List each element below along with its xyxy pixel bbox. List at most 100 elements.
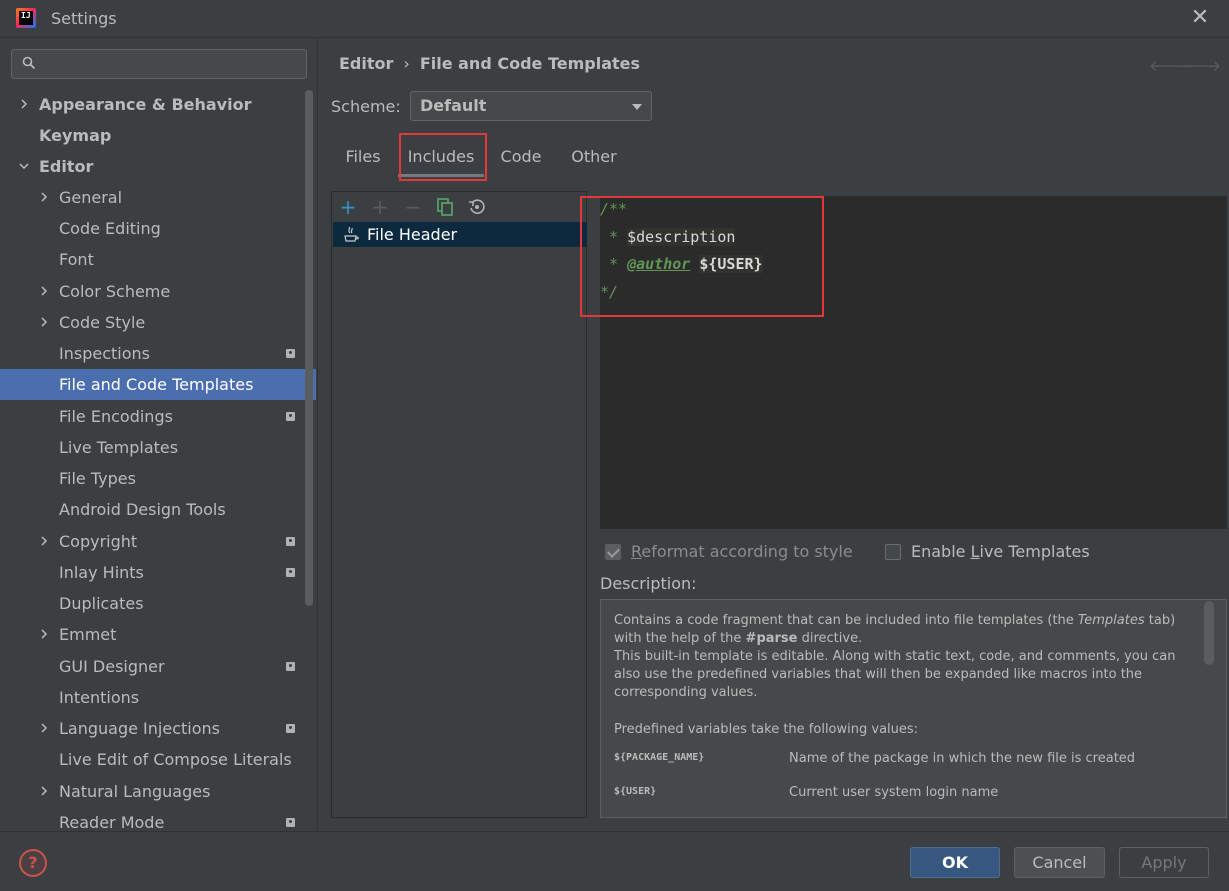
- main-panel: Editor › File and Code Templates 🡐 🡒 Schem…: [318, 38, 1229, 831]
- sidebar-item-general[interactable]: General: [0, 182, 316, 213]
- sidebar-item-appearance-behavior[interactable]: Appearance & Behavior: [0, 89, 316, 120]
- variable-name: ${PACKAGE_NAME}: [614, 752, 705, 763]
- chevron-right-icon[interactable]: [39, 536, 49, 546]
- project-level-icon: [286, 724, 295, 733]
- remove-icon[interactable]: −: [401, 195, 425, 219]
- apply-button[interactable]: Apply: [1119, 847, 1209, 878]
- reset-icon[interactable]: [465, 195, 489, 219]
- chevron-right-icon[interactable]: [39, 317, 49, 327]
- sidebar-item-label: Appearance & Behavior: [39, 95, 252, 114]
- sidebar-item-reader-mode[interactable]: Reader Mode: [0, 807, 316, 831]
- sidebar-item-intentions[interactable]: Intentions: [0, 682, 316, 713]
- includes-highlight-box: [399, 133, 487, 181]
- close-icon[interactable]: ✕: [1188, 6, 1212, 30]
- live-templates-label: Enable Live Templates: [911, 542, 1090, 561]
- sidebar-item-color-scheme[interactable]: Color Scheme: [0, 276, 316, 307]
- help-icon[interactable]: ?: [19, 849, 47, 877]
- code-highlight-box: [580, 196, 824, 317]
- intellij-app-icon: IJ: [16, 8, 36, 28]
- chevron-right-icon[interactable]: [39, 192, 49, 202]
- chevron-right-icon[interactable]: [39, 723, 49, 733]
- sidebar-item-label: Natural Languages: [59, 782, 211, 801]
- sidebar-scrollbar[interactable]: [305, 90, 313, 606]
- sidebar-item-label: Reader Mode: [59, 813, 165, 831]
- scheme-label: Scheme:: [331, 97, 401, 116]
- project-level-icon: [286, 537, 295, 546]
- variable-name: ${USER}: [614, 786, 657, 797]
- search-input[interactable]: [11, 49, 307, 79]
- sidebar-item-live-edit-compose[interactable]: Live Edit of Compose Literals: [0, 744, 316, 775]
- live-templates-checkbox[interactable]: [885, 544, 901, 560]
- scheme-dropdown[interactable]: Default: [410, 91, 652, 121]
- sidebar-item-file-types[interactable]: File Types: [0, 463, 316, 494]
- sidebar-item-gui-designer[interactable]: GUI Designer: [0, 651, 316, 682]
- cancel-button[interactable]: Cancel: [1014, 847, 1105, 878]
- tab-code[interactable]: Code: [498, 136, 544, 178]
- ok-button[interactable]: OK: [910, 847, 1000, 878]
- project-level-icon: [286, 412, 295, 421]
- sidebar-item-label: Code Editing: [59, 219, 161, 238]
- add-icon[interactable]: +: [336, 195, 360, 219]
- sidebar-item-label: Intentions: [59, 688, 140, 707]
- chevron-right-icon[interactable]: [19, 99, 29, 109]
- sidebar-item-language-injections[interactable]: Language Injections: [0, 713, 316, 744]
- breadcrumb-separator: ›: [403, 54, 410, 73]
- description-scrollbar[interactable]: [1204, 601, 1214, 665]
- breadcrumb: Editor › File and Code Templates: [339, 54, 640, 73]
- reformat-checkbox[interactable]: [605, 544, 621, 560]
- sidebar-item-editor[interactable]: Editor: [0, 151, 316, 182]
- sidebar-item-keymap[interactable]: Keymap: [0, 120, 316, 151]
- sidebar-item-copyright[interactable]: Copyright: [0, 526, 316, 557]
- project-level-icon: [286, 662, 295, 671]
- chevron-right-icon[interactable]: [39, 786, 49, 796]
- variable-description: Name of the package in which the new fil…: [789, 751, 1136, 766]
- copy-icon[interactable]: [433, 195, 457, 219]
- tab-files[interactable]: Files: [337, 136, 389, 178]
- sidebar-item-label: Inspections: [59, 344, 150, 363]
- project-level-icon: [286, 349, 295, 358]
- sidebar-item-label: Live Edit of Compose Literals: [59, 750, 292, 769]
- project-level-icon: [286, 818, 295, 827]
- sidebar-item-label: Font: [59, 250, 94, 269]
- scheme-value: Default: [420, 96, 487, 115]
- sidebar-item-label: File Encodings: [59, 407, 173, 426]
- tab-other[interactable]: Other: [567, 136, 621, 178]
- reformat-label: Reformat according to style: [631, 542, 853, 561]
- description-panel: Contains a code fragment that can be inc…: [600, 599, 1227, 818]
- sidebar-item-label: Code Style: [59, 313, 146, 332]
- title-bar: IJ Settings ✕: [0, 0, 1229, 38]
- sidebar-item-file-and-code-templates[interactable]: File and Code Templates: [0, 369, 316, 400]
- chevron-right-icon[interactable]: [39, 629, 49, 639]
- sidebar-item-label: Duplicates: [59, 594, 144, 613]
- sidebar-item-file-encodings[interactable]: File Encodings: [0, 401, 316, 432]
- dialog-button-bar: ? OK Cancel Apply: [0, 831, 1229, 891]
- sidebar-item-inlay-hints[interactable]: Inlay Hints: [0, 557, 316, 588]
- sidebar-item-code-editing[interactable]: Code Editing: [0, 213, 316, 244]
- sidebar-item-label: GUI Designer: [59, 657, 165, 676]
- chevron-down-icon[interactable]: [19, 161, 29, 171]
- list-item-file-header[interactable]: File Header: [333, 222, 587, 247]
- sidebar-item-emmet[interactable]: Emmet: [0, 619, 316, 650]
- add-child-icon[interactable]: +: [368, 195, 392, 219]
- list-item-label: File Header: [367, 225, 458, 244]
- template-toolbar: + + −: [332, 192, 586, 222]
- sidebar-item-live-templates[interactable]: Live Templates: [0, 432, 316, 463]
- sidebar-item-label: Keymap: [39, 126, 112, 145]
- sidebar-item-code-style[interactable]: Code Style: [0, 307, 316, 338]
- window-title: Settings: [51, 9, 117, 28]
- sidebar-item-inspections[interactable]: Inspections: [0, 338, 316, 369]
- breadcrumb-parent[interactable]: Editor: [339, 54, 393, 73]
- sidebar-item-font[interactable]: Font: [0, 244, 316, 275]
- breadcrumb-current: File and Code Templates: [419, 54, 641, 73]
- sidebar-item-label: General: [59, 188, 123, 207]
- chevron-right-icon[interactable]: [39, 286, 49, 296]
- sidebar-item-label: Emmet: [59, 625, 117, 644]
- sidebar-item-label: Inlay Hints: [59, 563, 144, 582]
- forward-arrow-icon[interactable]: 🡒: [1181, 56, 1221, 75]
- description-paragraph-2: This built-in template is editable. Alon…: [614, 649, 1176, 700]
- sidebar-item-duplicates[interactable]: Duplicates: [0, 588, 316, 619]
- sidebar-item-natural-languages[interactable]: Natural Languages: [0, 776, 316, 807]
- description-paragraph-1: Contains a code fragment that can be inc…: [614, 613, 1176, 646]
- sidebar-item-android-design-tools[interactable]: Android Design Tools: [0, 494, 316, 525]
- variable-description: Current user system login name: [789, 785, 999, 800]
